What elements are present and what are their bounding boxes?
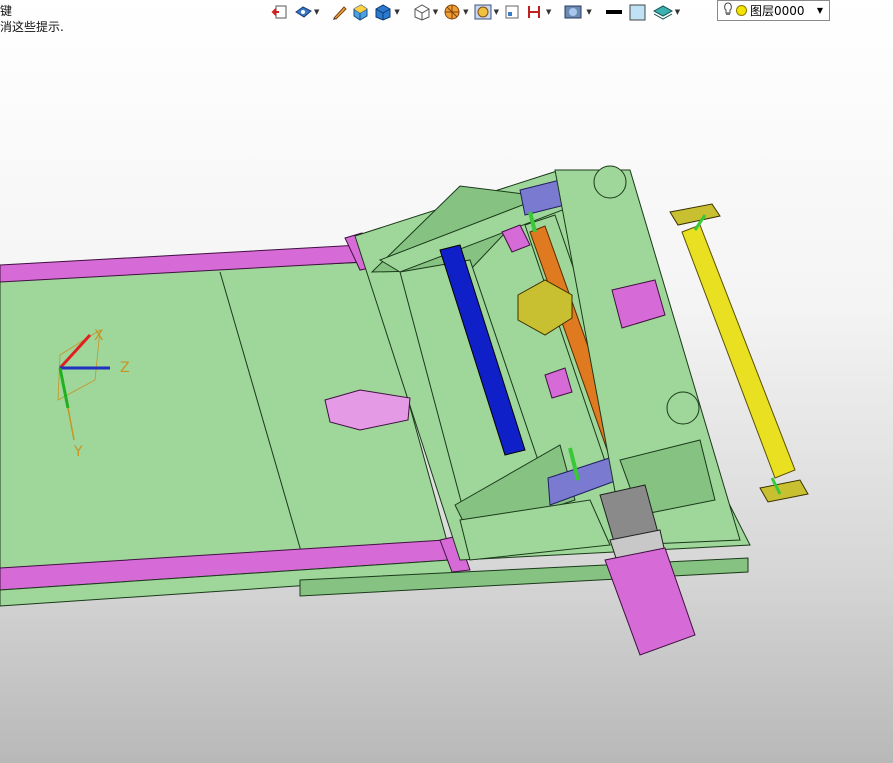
toolbar: ▼ ▼ ▼ ▼ ▼ ▼ ▼ ▼ xyxy=(270,0,681,24)
shaded-cube-icon[interactable]: ▼ xyxy=(372,1,400,23)
exit-sketch-icon[interactable] xyxy=(270,1,290,23)
layer-style-icon[interactable]: ▼ xyxy=(651,1,681,23)
dimension-icon[interactable]: ▼ xyxy=(524,1,552,23)
layer-name: 图层0000 xyxy=(750,4,805,18)
cad-viewport[interactable]: X Z Y xyxy=(0,24,893,763)
hint-line-1: 键 xyxy=(0,4,13,18)
fill-color-icon[interactable] xyxy=(627,1,649,23)
machine-model xyxy=(0,165,809,656)
render-sphere-icon[interactable]: ▼ xyxy=(441,1,469,23)
shaded-box-icon[interactable] xyxy=(350,1,370,23)
section-view-icon[interactable] xyxy=(502,1,522,23)
wire-cube-icon[interactable]: ▼ xyxy=(411,1,439,23)
view-orient-icon[interactable]: ▼ xyxy=(292,1,320,23)
z-axis-label: Z xyxy=(120,360,130,376)
chevron-down-icon[interactable]: ▼ xyxy=(817,6,823,15)
display-mode-icon[interactable]: ▼ xyxy=(472,1,500,23)
line-color-icon[interactable] xyxy=(603,1,625,23)
lightbulb-icon[interactable] xyxy=(723,2,733,19)
knob-top xyxy=(593,165,627,199)
pencil-icon[interactable] xyxy=(330,1,348,23)
y-axis-label: Y xyxy=(73,444,83,460)
appearance-icon[interactable]: ▼ xyxy=(562,1,592,23)
x-axis-label: X xyxy=(94,328,104,344)
layer-dropdown[interactable]: 图层0000 ▼ xyxy=(717,0,830,21)
layer-color-icon xyxy=(736,5,747,16)
knob-bottom xyxy=(666,391,700,425)
